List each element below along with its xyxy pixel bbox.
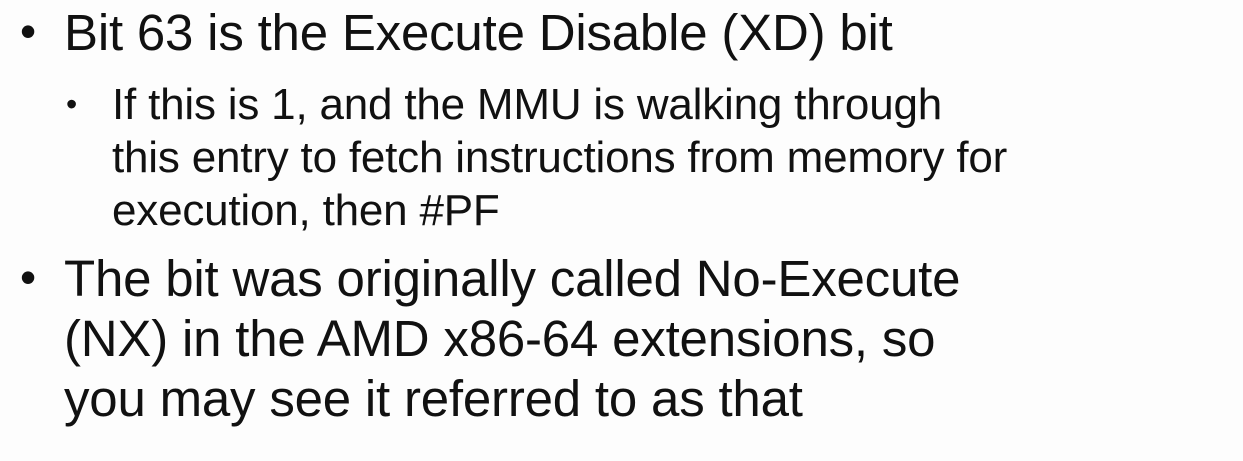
bullet-text: Bit 63 is the Execute Disable (XD) bit xyxy=(64,3,893,63)
slide: • Bit 63 is the Execute Disable (XD) bit… xyxy=(0,0,1243,461)
bullet-line: Bit 63 is the Execute Disable (XD) bit xyxy=(64,4,893,61)
sub-bullet-line: If this is 1, and the MMU is walking thr… xyxy=(112,80,943,129)
sub-bullet-line: this entry to fetch instructions from me… xyxy=(112,133,1008,182)
sub-bullet-mmu-fetch: • If this is 1, and the MMU is walking t… xyxy=(66,78,1007,237)
bullet-line: (NX) in the AMD x86-64 extensions, so xyxy=(64,310,936,367)
bullet-dot: • xyxy=(20,251,37,303)
bullet-xd-bit: • Bit 63 is the Execute Disable (XD) bit xyxy=(20,3,893,63)
bullet-nx-name: • The bit was originally called No-Execu… xyxy=(20,249,960,429)
sub-bullet-text: If this is 1, and the MMU is walking thr… xyxy=(112,78,1007,237)
bullet-text: The bit was originally called No-Execute… xyxy=(64,249,960,429)
bullet-dot: • xyxy=(20,5,37,57)
bullet-line: The bit was originally called No-Execute xyxy=(64,250,961,307)
sub-bullet-line: execution, then #PF xyxy=(112,186,500,235)
sub-bullet-dot: • xyxy=(66,86,78,122)
bullet-line: you may see it referred to as that xyxy=(64,370,803,427)
